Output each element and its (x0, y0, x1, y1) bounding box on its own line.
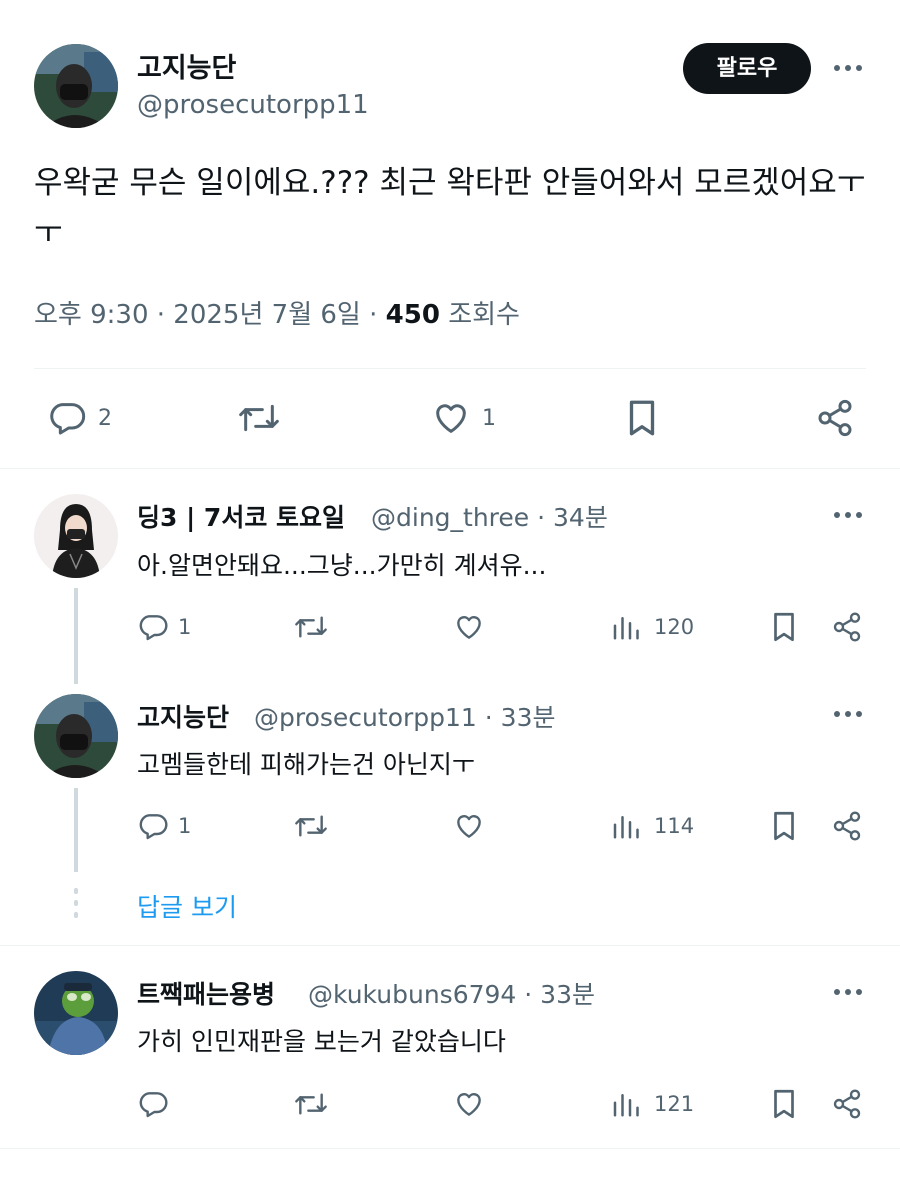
repost-button[interactable] (292, 611, 330, 643)
bookmark-icon (624, 397, 660, 439)
thread-dotted-line (74, 888, 78, 928)
bookmark-button[interactable] (624, 397, 660, 439)
share-icon (831, 1088, 863, 1120)
views-chart-icon (610, 811, 640, 841)
bookmark-button[interactable] (769, 1087, 799, 1121)
reply-time: 33분 (540, 980, 595, 1009)
reply-author-name[interactable]: 트짹패는용병 (137, 975, 275, 1011)
main-author-handle[interactable]: @prosecutorpp11 (137, 90, 369, 120)
bookmark-icon (769, 610, 799, 644)
reply-icon (136, 810, 170, 842)
main-post: 고지능단 @prosecutorpp11 팔로우 우왁굳 무슨 일이에요.???… (0, 0, 900, 468)
like-button[interactable] (452, 810, 486, 842)
section-divider (0, 1148, 900, 1149)
reply-icon (136, 1088, 170, 1120)
post-date[interactable]: 2025년 7월 6일 (173, 300, 361, 330)
follow-button[interactable]: 팔로우 (683, 43, 811, 94)
main-post-text: 우왁굳 무슨 일이에요.??? 최근 왁타판 안들어와서 모르겠어요ㅜㅜ (34, 165, 866, 251)
reply-author-handle[interactable]: @kukubuns6794 · 33분 (308, 975, 595, 1011)
like-button[interactable] (452, 611, 486, 643)
share-button[interactable] (831, 611, 863, 643)
views-button[interactable]: 120 (610, 612, 694, 642)
bookmark-icon (769, 809, 799, 843)
share-button[interactable] (831, 1088, 863, 1120)
like-button[interactable]: 1 (430, 398, 496, 438)
show-replies-link[interactable]: 답글 보기 (137, 888, 237, 924)
more-options-icon[interactable] (831, 509, 865, 521)
reply-button[interactable]: 1 (136, 611, 191, 643)
reply-text: 아.알면안돼요...그냥...가만히 계셔유... (137, 551, 547, 580)
reply-avatar[interactable] (34, 971, 118, 1055)
section-divider (0, 468, 900, 469)
repost-button[interactable] (292, 810, 330, 842)
reply-icon (46, 398, 88, 438)
thread-line (74, 788, 78, 872)
reply-author-handle[interactable]: @prosecutorpp11 · 33분 (254, 698, 555, 734)
like-count: 1 (482, 405, 496, 431)
bookmark-button[interactable] (769, 809, 799, 843)
heart-icon (452, 810, 486, 842)
more-options-icon[interactable] (831, 708, 865, 720)
reply-author-name[interactable]: 고지능단 (137, 698, 229, 734)
main-post-avatar[interactable] (34, 44, 118, 128)
views-button[interactable]: 114 (610, 811, 694, 841)
reply-button[interactable]: 1 (136, 810, 191, 842)
share-icon (831, 611, 863, 643)
reply-author-handle[interactable]: @ding_three · 34분 (371, 498, 608, 534)
views-button[interactable]: 121 (610, 1089, 694, 1119)
divider (34, 368, 866, 369)
reply-avatar[interactable] (34, 694, 118, 778)
repost-icon (292, 1088, 330, 1120)
reply-text: 고멤들한테 피해가는건 아닌지ㅜ (137, 750, 475, 779)
reply-button[interactable]: 2 (46, 398, 112, 438)
heart-icon (452, 611, 486, 643)
more-options-icon[interactable] (831, 986, 865, 998)
reply-count: 2 (98, 405, 112, 431)
repost-icon (292, 810, 330, 842)
reply-time: 33분 (500, 703, 556, 732)
reply-count: 1 (178, 615, 192, 639)
heart-icon (452, 1088, 486, 1120)
views-chart-icon (610, 612, 640, 642)
reply-text: 가히 인민재판을 보는거 같았습니다 (137, 1027, 506, 1056)
views-label: 조회수 (448, 300, 520, 330)
reply-count: 1 (178, 814, 192, 838)
section-divider (0, 945, 900, 946)
main-author-name[interactable]: 고지능단 (137, 46, 236, 85)
like-button[interactable] (452, 1088, 486, 1120)
post-time[interactable]: 오후 9:30 (34, 300, 149, 330)
share-button[interactable] (831, 810, 863, 842)
views-count: 450 (385, 300, 440, 330)
repost-button[interactable] (236, 398, 282, 438)
views-count: 121 (654, 1092, 695, 1116)
views-count: 114 (654, 814, 695, 838)
share-icon (815, 398, 855, 438)
thread-line (74, 588, 78, 684)
reply-avatar[interactable] (34, 494, 118, 578)
heart-icon (430, 398, 472, 438)
repost-icon (292, 611, 330, 643)
bookmark-icon (769, 1087, 799, 1121)
reply-icon (136, 611, 170, 643)
bookmark-button[interactable] (769, 610, 799, 644)
repost-icon (236, 398, 282, 438)
reply-author-name[interactable]: 딩3 | 7서코 토요일 (137, 498, 345, 534)
reply-time: 34분 (553, 503, 608, 532)
share-icon (831, 810, 863, 842)
share-button[interactable] (815, 398, 855, 438)
reply-button[interactable] (136, 1088, 170, 1120)
more-options-icon[interactable] (831, 62, 865, 74)
repost-button[interactable] (292, 1088, 330, 1120)
post-meta: 오후 9:30 · 2025년 7월 6일 · 450 조회수 (34, 300, 520, 330)
views-count: 120 (654, 615, 695, 639)
views-chart-icon (610, 1089, 640, 1119)
